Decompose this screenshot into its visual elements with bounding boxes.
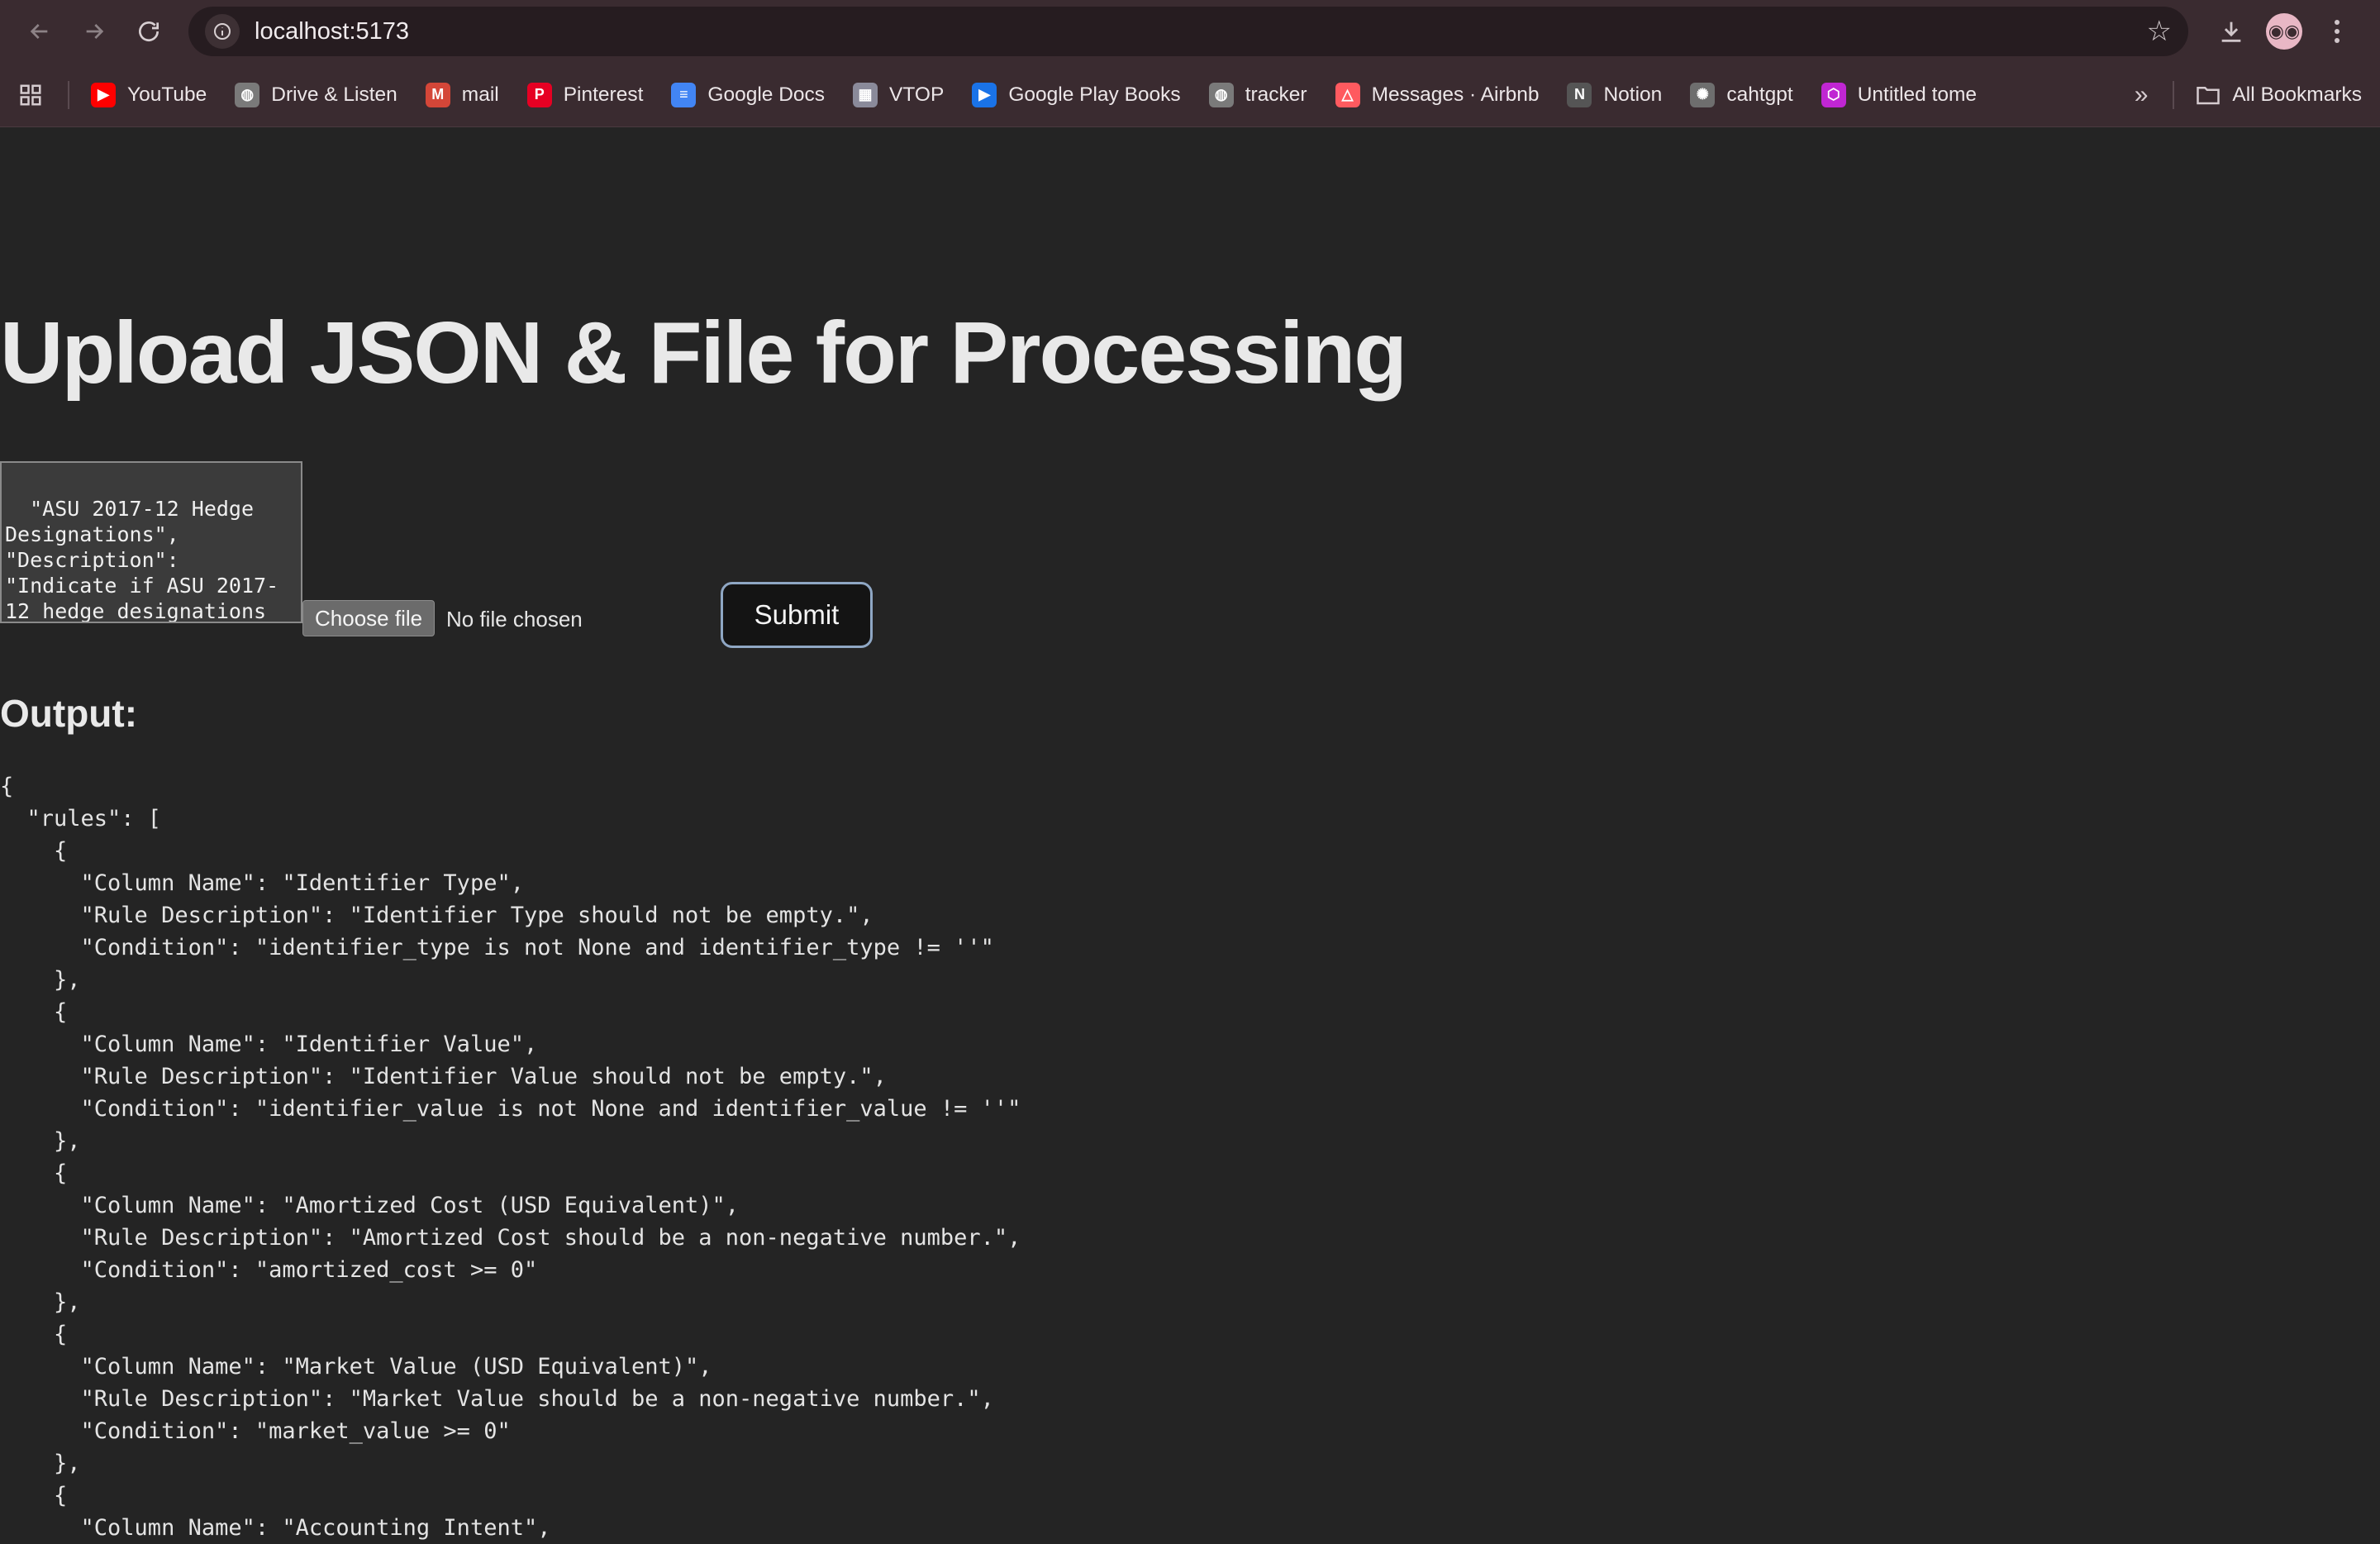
menu-kebab-icon[interactable] <box>2311 8 2363 55</box>
back-button[interactable] <box>17 8 63 55</box>
youtube-icon: ▶ <box>91 82 116 107</box>
globe-icon: ◍ <box>235 82 260 107</box>
output-heading: Output: <box>0 692 138 735</box>
json-input-textarea[interactable]: "ASU 2017-12 Hedge Designations", "Descr… <box>0 461 302 623</box>
bookmark-item[interactable]: ▶ YouTube <box>91 82 207 107</box>
pinterest-icon: P <box>526 82 552 107</box>
reload-icon <box>139 21 159 41</box>
site-info-icon[interactable] <box>205 14 240 49</box>
apps-grid-icon[interactable] <box>18 83 43 107</box>
all-bookmarks-label: All Bookmarks <box>2232 83 2362 106</box>
bookmark-item[interactable]: P Pinterest <box>526 82 644 107</box>
more-bookmarks-chevron-icon[interactable]: » <box>2135 81 2149 109</box>
folder-icon <box>2196 83 2221 107</box>
file-status-text: No file chosen <box>446 607 583 631</box>
play-books-icon: ▶ <box>972 82 997 107</box>
bookmark-label: YouTube <box>127 83 207 106</box>
address-bar[interactable]: localhost:5173 ☆ <box>188 7 2188 56</box>
tome-icon: ⬡ <box>1821 82 1846 107</box>
bookmark-item[interactable]: △ Messages · Airbnb <box>1335 82 1540 107</box>
bookmark-label: tracker <box>1245 83 1307 106</box>
bookmark-item[interactable]: ▦ VTOP <box>853 82 945 107</box>
bookmark-item[interactable]: ✺ cahtgpt <box>1690 82 1793 107</box>
bookmark-star-icon[interactable]: ☆ <box>2147 15 2172 48</box>
bookmark-label: cahtgpt <box>1726 83 1793 106</box>
bookmark-label: Google Play Books <box>1008 83 1181 106</box>
submit-button[interactable]: Submit <box>721 582 873 648</box>
gmail-icon: M <box>425 82 450 107</box>
chatgpt-icon: ✺ <box>1690 82 1716 107</box>
bookmarks-bar: ▶ YouTube ◍ Drive & Listen Mmail P Pinterest ≡ G… <box>0 63 2380 127</box>
bookmark-item[interactable]: ▶ Google Play Books <box>972 82 1181 107</box>
download-icon[interactable] <box>2205 8 2258 55</box>
choose-file-button[interactable]: Choose file <box>302 600 436 636</box>
upload-form: "ASU 2017-12 Hedge Designations", "Descr… <box>0 461 992 648</box>
url-text[interactable]: localhost:5173 <box>255 18 2147 45</box>
globe-icon: ◍ <box>1208 82 1234 107</box>
arrow-left-icon <box>30 24 48 39</box>
bookmark-item[interactable]: Mmail <box>425 82 499 107</box>
bookmark-item[interactable]: ⬡ Untitled tome <box>1821 82 1978 107</box>
all-bookmarks-button[interactable]: All Bookmarks <box>2196 83 2362 107</box>
bookmark-item[interactable]: ≡ Google Docs <box>671 82 826 107</box>
notion-icon: N <box>1567 82 1592 107</box>
browser-toolbar: localhost:5173 ☆ ◉◉ <box>0 0 2380 63</box>
page-title: Upload JSON & File for Processing <box>0 304 1407 402</box>
bookmark-item[interactable]: ◍ Drive & Listen <box>235 82 397 107</box>
bookmark-label: mail <box>461 83 499 106</box>
google-docs-icon: ≡ <box>671 82 697 107</box>
bookmark-label: Notion <box>1603 83 1663 106</box>
bookmark-label: Drive & Listen <box>271 83 397 106</box>
bookmark-item[interactable]: N Notion <box>1567 82 1663 107</box>
avatar: ◉◉ <box>2266 13 2302 50</box>
bookmark-item[interactable]: ◍ tracker <box>1208 82 1307 107</box>
arrow-right-icon <box>86 24 104 39</box>
forward-button[interactable] <box>71 8 117 55</box>
bookmark-label: Untitled tome <box>1857 83 1978 106</box>
json-input-text: "ASU 2017-12 Hedge Designations", "Descr… <box>5 497 279 623</box>
output-json: { "rules": [ { "Column Name": "Identifie… <box>0 774 1021 1541</box>
bookmark-label: Pinterest <box>563 83 644 106</box>
vtop-icon: ▦ <box>853 82 878 107</box>
bookmark-label: VTOP <box>889 83 945 106</box>
reload-button[interactable] <box>126 8 172 55</box>
bookmarks-divider <box>68 80 69 109</box>
bookmarks-divider <box>2173 80 2175 109</box>
airbnb-icon: △ <box>1335 82 1360 107</box>
profile-button[interactable]: ◉◉ <box>2258 8 2311 55</box>
bookmark-label: Google Docs <box>707 83 826 106</box>
bookmark-label: Messages · Airbnb <box>1371 83 1540 106</box>
